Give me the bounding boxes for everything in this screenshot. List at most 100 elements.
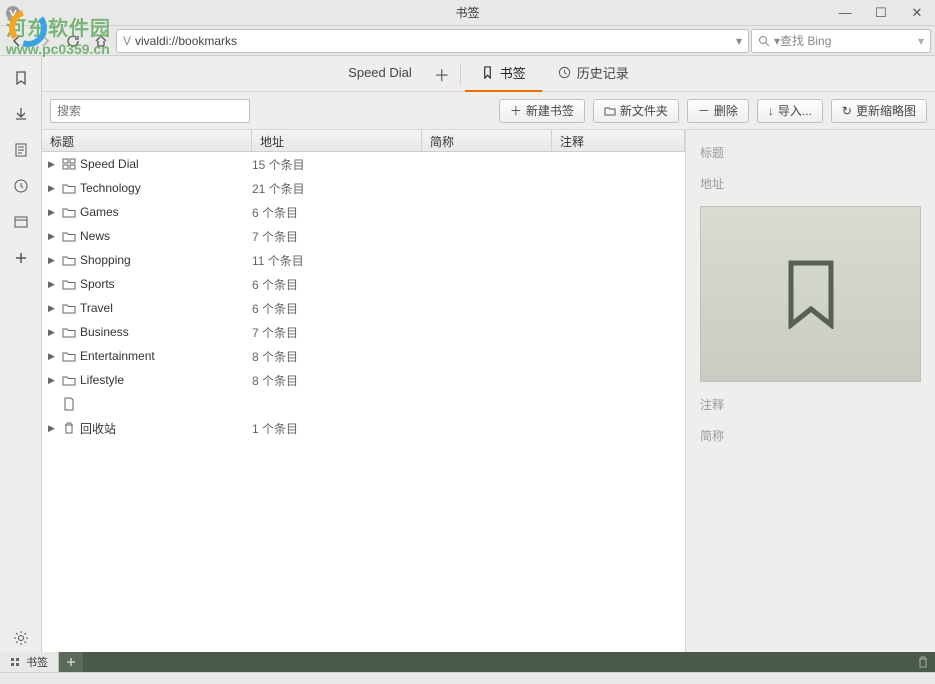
trash-tabs-icon[interactable]	[911, 655, 935, 669]
address-dropdown-icon[interactable]: ▾	[736, 34, 742, 48]
expand-icon[interactable]: ▶	[48, 231, 58, 242]
row-name: Shopping	[80, 253, 131, 267]
row-name: Speed Dial	[80, 157, 139, 171]
forward-button[interactable]	[32, 28, 58, 54]
panel-downloads-icon[interactable]	[7, 100, 35, 128]
row-count: 1 个条目	[252, 420, 422, 437]
browser-tab-label: 书签	[26, 654, 48, 670]
table-row[interactable]: ▶回收站1 个条目	[42, 416, 685, 440]
bookmark-table: 标题 地址 简称 注释 ▶ Speed Dial 15 个条目 ▶Technology…	[42, 130, 685, 652]
table-row[interactable]: ▶ Travel 6 个条目	[42, 296, 685, 320]
bookmark-actionbar: ＋新建书签 新文件夹 －删除 ↓导入... ↻更新缩略图	[42, 92, 935, 130]
folder-icon	[62, 349, 76, 363]
row-name: Entertainment	[80, 349, 155, 363]
browser-tab[interactable]: 书签	[0, 652, 59, 672]
header-address[interactable]: 地址	[252, 130, 422, 151]
expand-icon[interactable]: ▶	[48, 303, 58, 314]
panel-add-icon[interactable]	[7, 244, 35, 272]
add-speed-dial-button[interactable]: ＋	[428, 62, 456, 86]
panel-notes-icon[interactable]	[7, 136, 35, 164]
panel-bookmarks-icon[interactable]	[7, 64, 35, 92]
detail-nickname-label: 简称	[700, 427, 921, 444]
tab-speed-dial[interactable]: Speed Dial	[332, 56, 428, 92]
expand-icon[interactable]: ▶	[48, 207, 58, 218]
expand-icon[interactable]: ▶	[48, 279, 58, 290]
speed-icon	[62, 157, 76, 171]
delete-button[interactable]: －删除	[687, 99, 749, 123]
row-name: News	[80, 229, 110, 243]
row-name: Travel	[80, 301, 113, 315]
tab-history[interactable]: 历史记录	[542, 56, 645, 92]
minimize-button[interactable]: —	[827, 0, 863, 26]
row-count: 7 个条目	[252, 324, 422, 341]
start-page-tabs: Speed Dial ＋ 书签 历史记录	[42, 56, 935, 92]
expand-icon[interactable]: ▶	[48, 375, 58, 386]
row-count: 21 个条目	[252, 180, 422, 197]
new-tab-button[interactable]	[59, 652, 83, 672]
detail-note-label: 注释	[700, 396, 921, 413]
table-row[interactable]: ▶Technology21 个条目	[42, 176, 685, 200]
table-row[interactable]: ▶ News 7 个条目	[42, 224, 685, 248]
table-row[interactable]: ▶Lifestyle8 个条目	[42, 368, 685, 392]
table-row[interactable]: ▶Games6 个条目	[42, 200, 685, 224]
new-folder-button[interactable]: 新文件夹	[593, 99, 679, 123]
table-row[interactable]: ▶ Speed Dial 15 个条目	[42, 152, 685, 176]
tab-bookmarks[interactable]: 书签	[465, 56, 542, 92]
update-thumbnail-button[interactable]: ↻更新缩略图	[831, 99, 927, 123]
bookmark-search-input[interactable]	[50, 99, 250, 123]
file-icon	[62, 397, 76, 411]
row-count: 15 个条目	[252, 156, 422, 173]
minus-icon: －	[698, 102, 710, 119]
vivaldi-logo-icon	[0, 0, 26, 26]
table-row[interactable]: ▶Sports6 个条目	[42, 272, 685, 296]
browser-toolbar: V vivaldi://bookmarks ▾ ▾ 查找 Bing ▾	[0, 26, 935, 56]
expand-icon[interactable]: ▶	[48, 183, 58, 194]
detail-title-label: 标题	[700, 144, 921, 161]
table-header: 标题 地址 简称 注释	[42, 130, 685, 152]
expand-icon[interactable]: ▶	[48, 327, 58, 338]
history-icon	[558, 66, 571, 79]
folder-icon	[62, 205, 76, 219]
folder-icon	[62, 229, 76, 243]
header-title[interactable]: 标题	[42, 130, 252, 151]
row-count: 8 个条目	[252, 348, 422, 365]
new-bookmark-button[interactable]: ＋新建书签	[499, 99, 585, 123]
grid-icon	[10, 657, 20, 667]
header-nickname[interactable]: 简称	[422, 130, 552, 151]
table-row[interactable]	[42, 392, 685, 416]
expand-icon[interactable]: ▶	[48, 351, 58, 362]
side-panel	[0, 56, 42, 652]
download-icon: ↓	[768, 104, 774, 118]
address-bar[interactable]: V vivaldi://bookmarks ▾	[116, 29, 749, 53]
bookmark-placeholder-icon	[783, 259, 839, 329]
folder-icon	[62, 301, 76, 315]
back-button[interactable]	[4, 28, 30, 54]
reload-button[interactable]	[60, 28, 86, 54]
trash-icon	[62, 421, 76, 435]
table-row[interactable]: ▶ Business 7 个条目	[42, 320, 685, 344]
table-row[interactable]: ▶ Entertainment 8 个条目	[42, 344, 685, 368]
row-count: 6 个条目	[252, 300, 422, 317]
row-count: 6 个条目	[252, 276, 422, 293]
browser-tabstrip: 书签	[0, 652, 935, 672]
close-button[interactable]: ✕	[899, 0, 935, 26]
table-row[interactable]: ▶Shopping11 个条目	[42, 248, 685, 272]
import-button[interactable]: ↓导入...	[757, 99, 823, 123]
home-button[interactable]	[88, 28, 114, 54]
bookmark-icon	[481, 66, 494, 79]
folder-icon	[62, 277, 76, 291]
expand-icon[interactable]: ▶	[48, 423, 58, 434]
header-note[interactable]: 注释	[552, 130, 685, 151]
panel-settings-icon[interactable]	[7, 624, 35, 652]
row-count: 8 个条目	[252, 372, 422, 389]
row-count: 7 个条目	[252, 228, 422, 245]
expand-icon[interactable]: ▶	[48, 255, 58, 266]
search-engine-bar[interactable]: ▾ 查找 Bing ▾	[751, 29, 931, 53]
panel-window-icon[interactable]	[7, 208, 35, 236]
folder-icon	[62, 325, 76, 339]
folder-icon	[604, 105, 616, 117]
maximize-button[interactable]: ☐	[863, 0, 899, 26]
row-name: Business	[80, 325, 129, 339]
expand-icon[interactable]: ▶	[48, 159, 58, 170]
panel-history-icon[interactable]	[7, 172, 35, 200]
